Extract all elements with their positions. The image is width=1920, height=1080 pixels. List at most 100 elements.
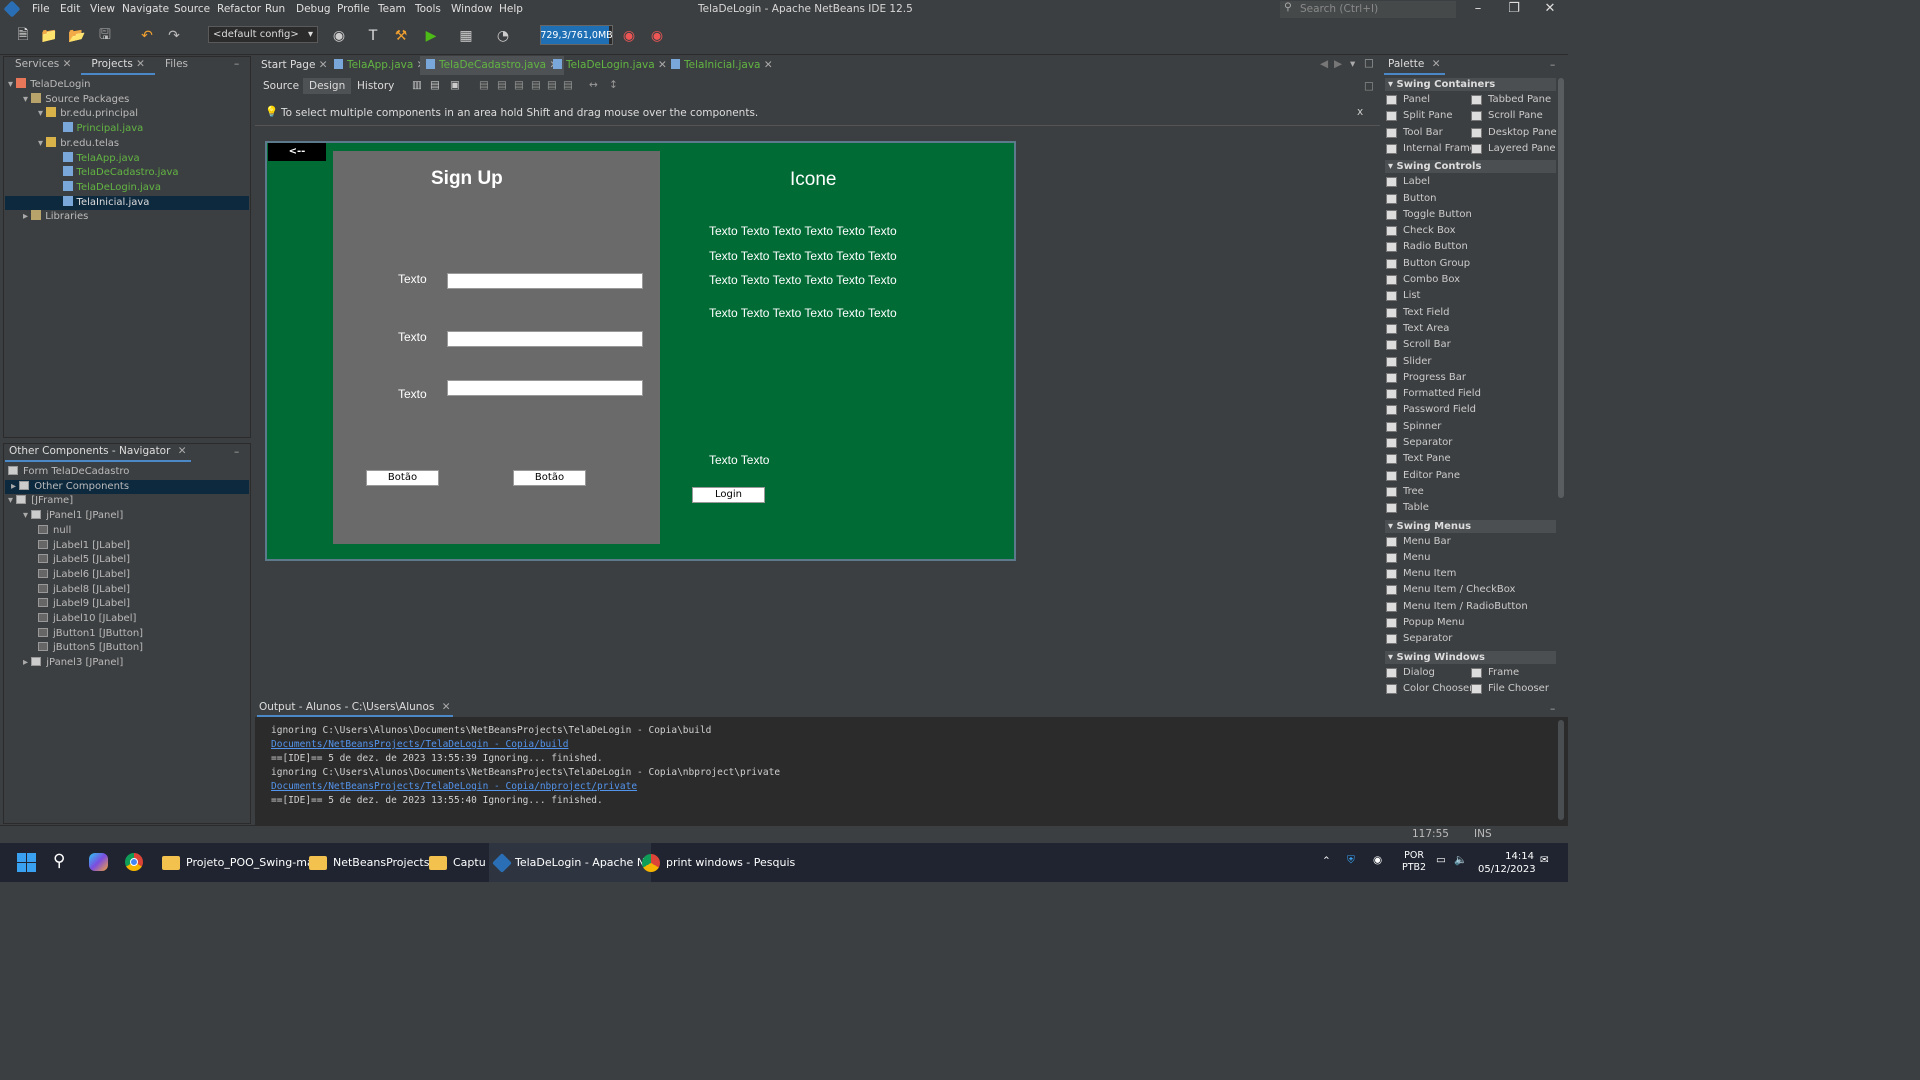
taskbar-search-icon[interactable]: ⚲ <box>53 851 65 871</box>
palette-item[interactable]: Button Group <box>1386 257 1470 271</box>
menu-help[interactable]: Help <box>499 3 523 15</box>
palette-item[interactable]: Tree <box>1386 485 1424 499</box>
navigator-item[interactable]: jLabel6 [JLabel] <box>38 568 130 582</box>
close-icon[interactable]: ✕ <box>178 445 187 457</box>
palette-item[interactable]: Slider <box>1386 355 1432 369</box>
tree-item[interactable]: ▸ Libraries <box>23 210 88 224</box>
palette-item[interactable]: Label <box>1386 175 1430 189</box>
tree-item[interactable]: TelaDeLogin.java <box>53 180 161 195</box>
palette-item[interactable]: Split Pane <box>1386 109 1453 123</box>
editor-tab-2[interactable]: TelaDeCadastro.java ✕ <box>420 56 565 75</box>
tree-item[interactable]: ▾ br.edu.telas <box>38 136 119 151</box>
palette-item[interactable]: Layered Pane <box>1471 142 1556 156</box>
palette-item[interactable]: Editor Pane <box>1386 469 1460 483</box>
view-tab-history[interactable]: History <box>351 78 400 94</box>
preview-design-icon[interactable]: ▣ <box>450 79 460 91</box>
palette-section-3[interactable]: ▾ Swing Windows <box>1385 650 1556 664</box>
palette-item[interactable]: Menu Bar <box>1386 535 1451 549</box>
gc-icon[interactable]: ◉ <box>618 25 640 47</box>
output-link[interactable]: Documents/NetBeansProjects/TelaDeLogin -… <box>271 781 637 792</box>
palette-item[interactable]: Tool Bar <box>1386 126 1443 140</box>
tree-item[interactable]: TelaInicial.java <box>5 195 249 210</box>
show-hidden-icons-icon[interactable]: ⌃ <box>1322 855 1331 867</box>
chevron-down-icon[interactable]: ▾ <box>23 510 31 521</box>
center-horizontal-icon[interactable]: ▤ <box>514 79 524 91</box>
connection-mode-icon[interactable]: ▤ <box>430 79 440 91</box>
palette-tab[interactable]: Palette ✕ <box>1384 56 1445 75</box>
tab-scroll-left-icon[interactable]: ◀ <box>1320 58 1328 70</box>
notification-icon[interactable]: ✉ <box>1540 854 1549 866</box>
navigator-item[interactable]: jButton5 [JButton] <box>38 641 143 655</box>
center-vertical-icon[interactable]: ▤ <box>563 79 573 91</box>
close-window-button[interactable]: ✕ <box>1535 1 1565 18</box>
tab-services[interactable]: Services ✕ <box>5 56 81 75</box>
chrome-icon[interactable] <box>125 853 143 871</box>
palette-item[interactable]: Scroll Bar <box>1386 338 1451 352</box>
output-tab[interactable]: Output - Alunos - C:\Users\Alunos ✕ <box>257 700 453 717</box>
menu-navigate[interactable]: Navigate <box>122 3 169 15</box>
menu-file[interactable]: File <box>32 3 50 15</box>
volume-icon[interactable]: 🔈 <box>1454 853 1467 866</box>
output-scrollbar[interactable] <box>1558 720 1564 820</box>
redo-icon[interactable]: ↷ <box>163 25 185 47</box>
palette-item[interactable]: Internal Frame <box>1386 142 1476 156</box>
tree-item[interactable]: TelaDeCadastro.java <box>53 166 179 180</box>
button-2[interactable]: Botão <box>513 470 586 486</box>
resize-horizontal-icon[interactable]: ↔ <box>589 79 598 91</box>
close-icon[interactable]: ✕ <box>133 58 145 70</box>
palette-item[interactable]: File Chooser <box>1471 682 1549 696</box>
navigator-item[interactable]: null <box>38 524 71 538</box>
output-link[interactable]: Documents/NetBeansProjects/TelaDeLogin -… <box>271 739 568 750</box>
palette-item[interactable]: Text Area <box>1386 322 1449 336</box>
back-button[interactable]: <-- <box>268 143 326 161</box>
defender-icon[interactable]: ⛨ <box>1347 854 1355 867</box>
palette-item[interactable]: Combo Box <box>1386 273 1460 287</box>
navigator-item[interactable]: jLabel1 [JLabel] <box>38 539 130 553</box>
chevron-down-icon[interactable]: ▾ <box>8 79 16 90</box>
navigator-item[interactable]: Form TelaDeCadastro <box>8 465 129 479</box>
tree-item[interactable]: TelaApp.java <box>53 151 140 166</box>
palette-item[interactable]: Menu Item <box>1386 567 1456 581</box>
network-icon[interactable]: ▭ <box>1436 854 1446 866</box>
menu-team[interactable]: Team <box>378 3 406 15</box>
text-field-3[interactable] <box>447 380 643 396</box>
menu-source[interactable]: Source <box>174 3 210 15</box>
tab-projects[interactable]: Projects ✕ <box>81 56 155 75</box>
minimize-output-icon[interactable]: – <box>1550 703 1555 715</box>
clean-build-icon[interactable]: ⚒ <box>390 25 412 47</box>
chevron-down-icon[interactable]: ▾ <box>38 108 46 119</box>
palette-item[interactable]: Table <box>1386 501 1429 515</box>
menu-refactor[interactable]: Refactor <box>217 3 261 15</box>
menu-run[interactable]: Run <box>265 3 285 15</box>
menu-profile[interactable]: Profile <box>337 3 370 15</box>
navigator-item[interactable]: ▾ jPanel1 [JPanel] <box>23 509 123 523</box>
config-dropdown[interactable]: <default config> ▾ <box>208 26 318 43</box>
navigator-item[interactable]: jLabel5 [JLabel] <box>38 553 130 567</box>
taskbar-app-explorer-1[interactable]: Projeto_POO_Swing-ma <box>162 843 314 882</box>
palette-item[interactable]: Color Chooser <box>1386 682 1473 696</box>
palette-item[interactable]: Formatted Field <box>1386 387 1481 401</box>
chevron-right-icon[interactable]: ▸ <box>11 481 19 492</box>
text-field-1[interactable] <box>447 273 643 289</box>
hint-close-button[interactable]: x <box>1357 106 1363 118</box>
menu-debug[interactable]: Debug <box>296 3 331 15</box>
palette-item[interactable]: Panel <box>1386 93 1430 107</box>
editor-tab-1[interactable]: TelaApp.java ✕ <box>328 56 431 75</box>
navigator-item[interactable]: ▸ jPanel3 [JPanel] <box>23 656 123 670</box>
text-field-2[interactable] <box>447 331 643 347</box>
tree-item[interactable]: ▾ br.edu.principal <box>38 107 138 121</box>
restore-button[interactable]: ❐ <box>1499 1 1529 18</box>
save-all-icon[interactable]: 🖫 <box>94 25 116 47</box>
chevron-right-icon[interactable]: ▸ <box>23 211 31 222</box>
button-1[interactable]: Botão <box>366 470 439 486</box>
palette-item[interactable]: Check Box <box>1386 224 1456 238</box>
palette-item[interactable]: Tabbed Pane <box>1471 93 1551 107</box>
resize-vertical-icon[interactable]: ↕ <box>609 79 618 91</box>
navigator-item[interactable]: ▾ [JFrame] <box>8 494 73 508</box>
copilot-icon[interactable] <box>89 853 108 871</box>
navigator-item[interactable]: jLabel8 [JLabel] <box>38 583 130 597</box>
tree-item[interactable]: ▾ Source Packages <box>23 92 129 107</box>
navigator-item[interactable]: jLabel10 [JLabel] <box>38 612 136 626</box>
editor-tab-3[interactable]: TelaDeLogin.java ✕ <box>547 56 673 75</box>
close-icon[interactable]: ✕ <box>442 701 451 713</box>
